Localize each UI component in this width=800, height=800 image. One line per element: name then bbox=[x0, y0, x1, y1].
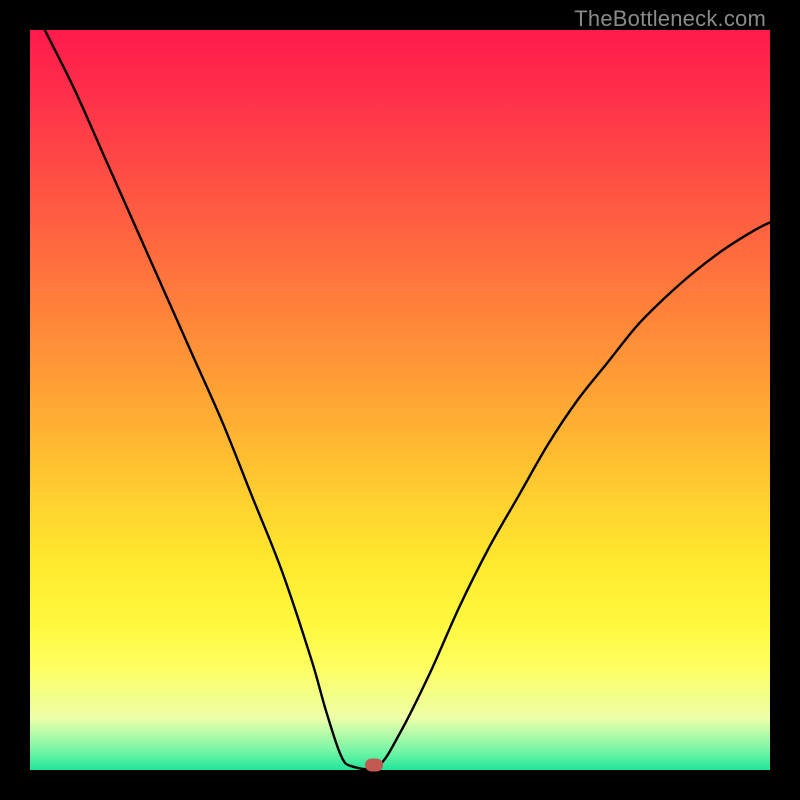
minimum-marker bbox=[365, 758, 383, 771]
watermark-text: TheBottleneck.com bbox=[574, 6, 766, 32]
chart-plot-area bbox=[30, 30, 770, 770]
bottleneck-curve bbox=[30, 30, 770, 770]
chart-frame: TheBottleneck.com bbox=[0, 0, 800, 800]
